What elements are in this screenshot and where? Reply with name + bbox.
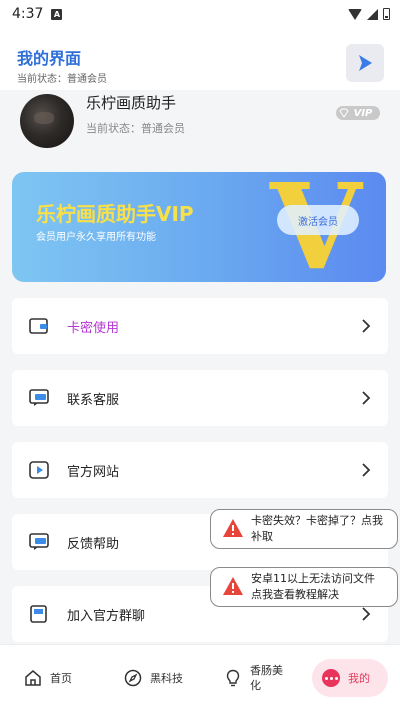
menu-label-feedback: 反馈帮助 bbox=[67, 536, 120, 552]
notification-a-icon: A bbox=[51, 8, 63, 20]
bottom-nav: 首页 黑科技 香肠美 化 我的 bbox=[0, 644, 400, 710]
menu-label-contact-service: 联系客服 bbox=[67, 392, 120, 408]
status-bar: 4:37 A bbox=[0, 0, 400, 28]
play-button[interactable] bbox=[346, 44, 384, 82]
message-icon bbox=[29, 533, 49, 550]
menu-item-official-site[interactable]: 官方网站 bbox=[12, 442, 388, 498]
nav-item-beautify[interactable]: 香肠美 化 bbox=[224, 645, 283, 710]
toast-line: 点我查看教程解决 bbox=[251, 588, 339, 601]
banner-title: 乐柠画质助手VIP bbox=[36, 202, 194, 226]
lightbulb-icon bbox=[226, 669, 240, 687]
message-icon bbox=[29, 389, 49, 406]
profile-card[interactable]: 乐柠画质助手 当前状态：普通会员 VIP bbox=[0, 90, 400, 148]
menu-label-official-site: 官方网站 bbox=[67, 464, 120, 480]
toast-card-key-help[interactable]: 卡密失效？卡密掉了？点我 补取 bbox=[210, 509, 398, 549]
vip-badge: VIP bbox=[336, 106, 380, 120]
video-play-icon bbox=[29, 461, 49, 479]
battery-icon bbox=[383, 8, 390, 20]
status-time: 4:37 bbox=[12, 6, 44, 22]
nav-item-mine[interactable]: 我的 bbox=[312, 659, 388, 697]
avatar[interactable] bbox=[20, 94, 74, 148]
warning-icon bbox=[223, 519, 243, 537]
warning-icon bbox=[223, 577, 243, 595]
vip-banner[interactable]: V 乐柠画质助手VIP 会员用户永久享用所有功能 激活会员 bbox=[12, 172, 386, 282]
home-icon bbox=[25, 670, 41, 686]
profile-name: 乐柠画质助手 bbox=[86, 94, 177, 112]
menu-label-join-group: 加入官方群聊 bbox=[67, 608, 146, 624]
menu-label-card-key: 卡密使用 bbox=[67, 320, 120, 336]
chevron-right-icon bbox=[362, 463, 371, 477]
book-icon bbox=[30, 605, 47, 623]
compass-icon bbox=[124, 669, 142, 687]
status-icons bbox=[348, 8, 390, 20]
nav-label-beautify-wrap: 香肠美 化 bbox=[250, 663, 283, 693]
diamond-icon bbox=[339, 108, 349, 118]
nav-label-mine: 我的 bbox=[348, 672, 370, 685]
wifi-icon bbox=[348, 8, 362, 20]
toast-android11-help[interactable]: 安卓11以上无法访问文件 点我查看教程解决 bbox=[210, 567, 398, 607]
banner-subtitle: 会员用户永久享用所有功能 bbox=[36, 232, 156, 243]
menu-item-card-key[interactable]: 卡密使用 bbox=[12, 298, 388, 354]
nav-item-home[interactable]: 首页 bbox=[24, 645, 72, 710]
activate-vip-button[interactable]: 激活会员 bbox=[277, 205, 359, 235]
nav-label-beautify: 香肠美 bbox=[250, 664, 283, 677]
toast-line: 补取 bbox=[251, 530, 273, 543]
toast-line: 安卓11以上无法访问文件 bbox=[251, 572, 375, 585]
header-subtitle: 当前状态：普通会员 bbox=[17, 74, 107, 85]
vip-badge-label: VIP bbox=[353, 107, 373, 119]
chevron-right-icon bbox=[362, 607, 371, 621]
wallet-icon bbox=[29, 318, 48, 334]
chevron-right-icon bbox=[362, 391, 371, 405]
play-icon bbox=[359, 55, 372, 71]
menu-item-contact-service[interactable]: 联系客服 bbox=[12, 370, 388, 426]
nav-label-home: 首页 bbox=[50, 672, 72, 685]
chat-bubble-icon bbox=[322, 669, 340, 687]
toast-line: 卡密失效？卡密掉了？点我 bbox=[251, 514, 383, 527]
page-title: 我的界面 bbox=[17, 49, 82, 68]
nav-label-tech: 黑科技 bbox=[150, 672, 183, 685]
chevron-right-icon bbox=[362, 319, 371, 333]
app-header: 我的界面 当前状态：普通会员 bbox=[0, 28, 400, 90]
nav-item-tech[interactable]: 黑科技 bbox=[124, 645, 183, 710]
signal-icon bbox=[367, 8, 378, 20]
nav-label-beautify-2: 化 bbox=[250, 679, 261, 692]
profile-status: 当前状态：普通会员 bbox=[86, 122, 185, 135]
